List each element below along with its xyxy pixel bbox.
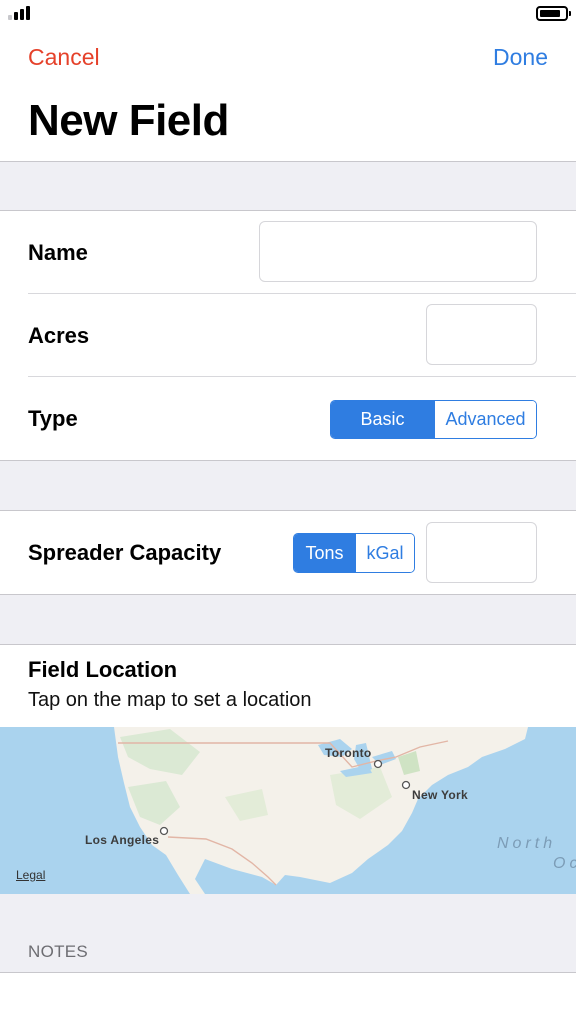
acres-label: Acres <box>28 323 90 348</box>
page-title: New Field <box>28 96 229 145</box>
cellular-signal-icon <box>8 6 30 20</box>
spreader-capacity-label: Spreader Capacity <box>28 540 222 565</box>
name-row: Name <box>0 211 576 294</box>
map-city-label: Toronto <box>325 746 372 760</box>
field-location-title: Field Location <box>28 657 178 682</box>
map-ocean-label: North <box>497 835 557 852</box>
spreader-capacity-input[interactable] <box>426 522 537 583</box>
location-map[interactable]: Toronto New York Los Angeles North Oc Le… <box>0 727 576 894</box>
battery-icon <box>536 6 571 21</box>
cancel-button[interactable]: Cancel <box>28 44 100 71</box>
spreader-capacity-row: Spreader Capacity Tons kGal <box>0 511 576 594</box>
done-button[interactable]: Done <box>493 44 548 71</box>
status-bar <box>0 0 576 28</box>
map-city-label: Los Angeles <box>85 833 160 847</box>
section-separator <box>0 460 576 511</box>
unit-tons-segment[interactable]: Tons <box>294 534 355 572</box>
type-basic-segment[interactable]: Basic <box>331 401 434 438</box>
unit-kgal-segment[interactable]: kGal <box>355 534 414 572</box>
section-separator <box>0 594 576 645</box>
type-segmented-control: Basic Advanced <box>330 400 537 439</box>
spreader-unit-segmented-control: Tons kGal <box>293 533 415 573</box>
type-advanced-segment[interactable]: Advanced <box>434 401 536 438</box>
map-legal-link[interactable]: Legal <box>16 868 45 882</box>
section-separator <box>0 161 576 211</box>
acres-row: Acres <box>0 294 576 377</box>
map-ocean-label: Oc <box>553 855 576 872</box>
type-row: Type Basic Advanced <box>0 377 576 460</box>
type-label: Type <box>28 406 78 431</box>
name-input[interactable] <box>259 221 537 282</box>
map-graphic <box>0 727 528 894</box>
map-city-label: New York <box>412 788 468 802</box>
field-location-hint: Tap on the map to set a location <box>28 689 312 711</box>
name-label: Name <box>28 240 88 265</box>
acres-input[interactable] <box>426 304 537 365</box>
notes-section-header: NOTES <box>28 942 89 961</box>
